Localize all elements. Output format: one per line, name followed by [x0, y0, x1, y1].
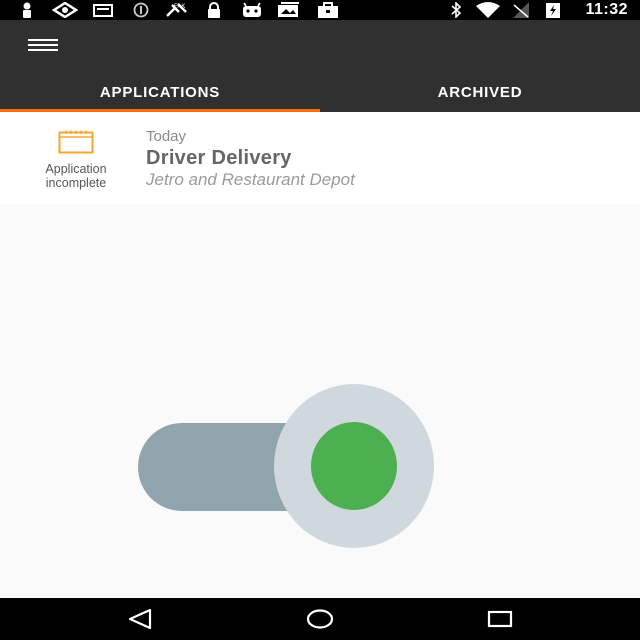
image-icon [276, 2, 302, 18]
tab-applications[interactable]: APPLICATIONS [0, 72, 320, 112]
navigation-bar [0, 598, 640, 640]
calendar-icon [58, 130, 94, 156]
svg-text:FAK: FAK [174, 4, 185, 10]
satellite-icon: FAK [164, 2, 190, 18]
application-title: Driver Delivery [146, 147, 292, 169]
tab-archived[interactable]: ARCHIVED [320, 72, 640, 112]
tab-bar: APPLICATIONS ARCHIVED [0, 72, 640, 112]
toggle-switch-illustration [130, 378, 450, 558]
tab-applications-label: APPLICATIONS [99, 83, 221, 101]
eye-icon [52, 2, 78, 18]
home-icon[interactable] [300, 604, 340, 634]
application-status: Application incomplete [28, 128, 124, 190]
android-icon [240, 2, 264, 18]
no-signal-icon [510, 2, 532, 18]
application-list-item[interactable]: Application incomplete Today Driver Deli… [0, 112, 640, 204]
toggle-thumb [311, 422, 397, 510]
briefcase-icon [316, 2, 340, 18]
menu-icon[interactable] [24, 34, 64, 58]
person-icon [18, 2, 36, 18]
recents-icon[interactable] [480, 604, 520, 634]
app-bar: APPLICATIONS ARCHIVED [0, 20, 640, 112]
tab-archived-label: ARCHIVED [437, 83, 523, 101]
application-date: Today [146, 128, 187, 145]
back-icon[interactable] [122, 604, 162, 634]
clock: 11:32 [585, 1, 628, 18]
battery-charging-icon [544, 2, 562, 18]
status-bar: FAK 11:32 [0, 0, 640, 20]
circle-icon [130, 2, 152, 18]
cards-icon [92, 2, 114, 18]
status-label-line2: incomplete [45, 176, 107, 190]
wifi-icon [474, 2, 502, 18]
status-label-line1: Application [45, 162, 107, 176]
bluetooth-icon [448, 2, 464, 18]
application-company: Jetro and Restaurant Depot [146, 170, 355, 189]
lock-icon [204, 2, 224, 18]
